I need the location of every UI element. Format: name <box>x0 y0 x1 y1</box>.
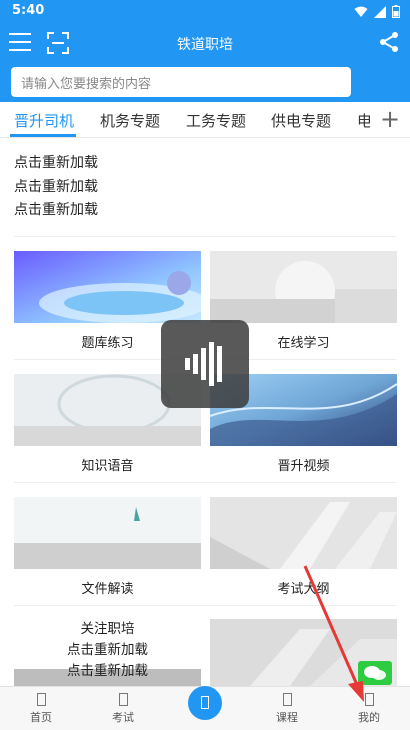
tab-gongdian[interactable]: 供电专题 <box>271 110 331 131</box>
profile-icon <box>364 693 374 706</box>
signal-icon <box>374 5 386 18</box>
card-image <box>210 251 397 323</box>
search-bar: 请输入您要搜索的内容 <box>0 62 410 102</box>
card-document-reading[interactable]: 文件解读 <box>14 497 201 597</box>
category-tabs: 晋升司机 机务专题 工务专题 供电专题 电 + <box>0 102 410 138</box>
share-icon[interactable] <box>378 31 400 53</box>
card-label: 晋升视频 <box>277 459 330 474</box>
nav-label: 课程 <box>276 711 298 724</box>
card-exam-outline[interactable]: 考试大纲 <box>210 497 397 597</box>
app-title: 铁道职培 <box>177 37 233 53</box>
nav-course[interactable]: 课程 <box>257 693 317 725</box>
search-input[interactable]: 请输入您要搜索的内容 <box>11 67 351 97</box>
reload-link[interactable]: 点击重新加载 <box>14 199 98 223</box>
tab-gongwu[interactable]: 工务专题 <box>186 110 246 131</box>
section-divider <box>14 482 396 483</box>
center-icon <box>201 696 209 709</box>
reload-link[interactable]: 点击重新加载 <box>14 640 201 661</box>
nav-mine[interactable]: 我的 <box>339 693 399 725</box>
bottom-nav: 首页 考试 课程 我的 <box>0 686 410 730</box>
nav-label: 我的 <box>358 711 380 724</box>
course-icon <box>282 693 292 706</box>
card-label: 知识语音 <box>81 459 134 474</box>
reload-link[interactable]: 点击重新加载 <box>14 176 98 200</box>
status-bar: 5:40 <box>0 0 410 24</box>
card-image <box>210 497 397 569</box>
home-icon <box>36 693 46 706</box>
add-tab-icon[interactable]: + <box>370 102 410 137</box>
nav-label: 考试 <box>112 711 134 724</box>
section-divider <box>14 605 396 606</box>
wechat-icon[interactable] <box>358 661 392 685</box>
nav-center-button[interactable] <box>188 686 222 720</box>
card-follow-zhipei[interactable]: 关注职培 点击重新加载 点击重新加载 <box>14 619 201 686</box>
sound-wave-icon <box>185 342 222 386</box>
nav-home[interactable]: 首页 <box>11 693 71 725</box>
active-tab-indicator <box>10 134 76 137</box>
section-divider <box>14 236 396 237</box>
audio-loading-overlay <box>161 320 249 408</box>
card-label: 文件解读 <box>81 582 134 597</box>
app-bar: 铁道职培 <box>0 24 410 62</box>
nav-label: 首页 <box>30 711 52 724</box>
reload-list: 点击重新加载 点击重新加载 点击重新加载 <box>14 152 98 223</box>
status-time: 5:40 <box>12 3 45 18</box>
card-title: 关注职培 <box>80 621 135 637</box>
reload-link[interactable]: 点击重新加载 <box>14 661 201 682</box>
reload-link[interactable]: 点击重新加载 <box>14 152 98 176</box>
status-icons <box>354 5 400 18</box>
card-image <box>14 251 201 323</box>
wifi-icon <box>354 6 368 17</box>
battery-icon <box>392 5 400 18</box>
tab-jinsheng-siji[interactable]: 晋升司机 <box>14 110 74 131</box>
card-image <box>14 497 201 569</box>
card-label: 考试大纲 <box>277 582 330 597</box>
exam-icon <box>118 693 128 706</box>
tab-jiwu[interactable]: 机务专题 <box>100 110 160 131</box>
nav-exam[interactable]: 考试 <box>93 693 153 725</box>
